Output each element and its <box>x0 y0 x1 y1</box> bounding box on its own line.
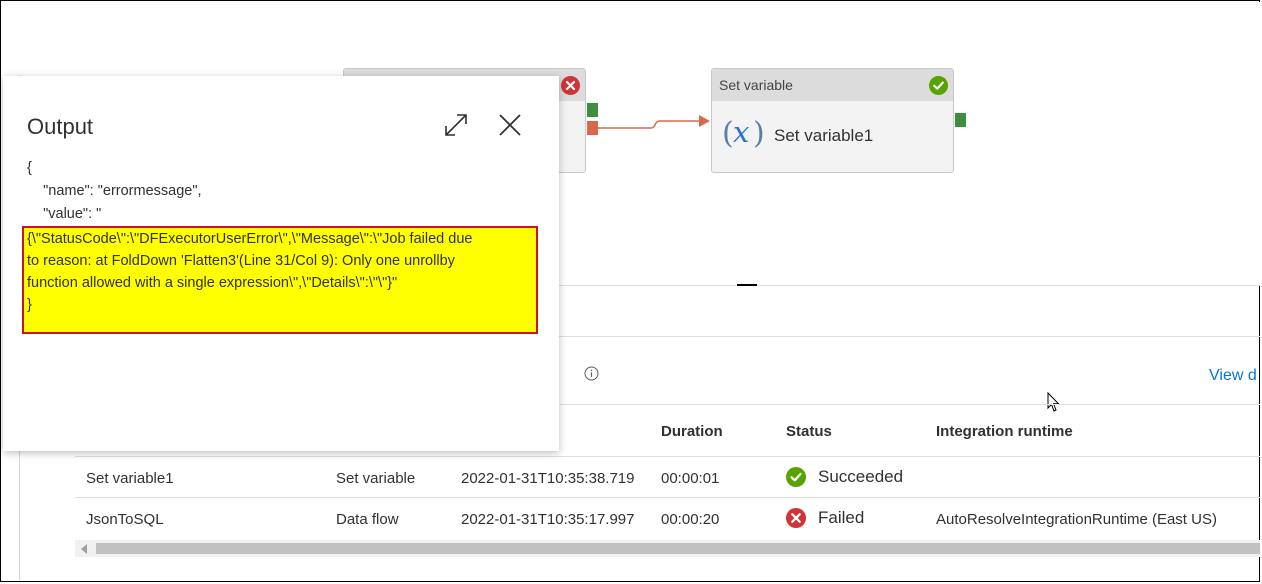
activity-name-cell[interactable]: Set variable1 <box>86 470 174 487</box>
svg-text:x: x <box>733 115 749 149</box>
status-cell: Succeeded <box>786 467 903 487</box>
succeeded-status-icon <box>786 467 806 487</box>
activity-header: Set variable <box>712 69 953 101</box>
column-header-duration[interactable]: Duration <box>661 423 723 440</box>
panel-resize-handle[interactable] <box>737 284 757 286</box>
activity-body: ( x ) Set variable1 <box>712 101 953 172</box>
error-text-line: function allowed with a single expressio… <box>27 275 398 291</box>
info-icon[interactable] <box>584 366 599 381</box>
error-text-line: } <box>27 297 32 313</box>
error-text-line: to reason: at FoldDown 'Flatten3'(Line 3… <box>27 253 455 269</box>
run-start-cell: 2022-01-31T10:35:38.719 <box>461 470 635 487</box>
activity-type-cell: Data flow <box>336 511 399 528</box>
output-panel: Output { "name": "errormessage", "value"… <box>3 76 559 451</box>
failure-connector <box>596 115 710 129</box>
scrollbar-thumb[interactable] <box>96 543 1260 554</box>
status-text: Failed <box>818 508 865 527</box>
table-top-border <box>560 404 1260 405</box>
close-icon[interactable] <box>497 112 523 138</box>
duration-cell: 00:00:01 <box>661 470 720 487</box>
activity-set-variable1[interactable]: Set variable ( x ) Set variable1 <box>711 68 954 173</box>
header-row-divider <box>75 456 1260 457</box>
json-line: "name": "errormessage", <box>27 183 202 199</box>
integration-runtime-cell: AutoResolveIntegrationRuntime (East US) <box>936 511 1217 528</box>
column-header-integration-runtime[interactable]: Integration runtime <box>936 423 1073 440</box>
succeeded-status-icon <box>929 76 948 95</box>
activity-type-cell: Set variable <box>336 470 416 487</box>
output-title: Output <box>27 114 94 139</box>
column-header-status[interactable]: Status <box>786 423 832 440</box>
duration-cell: 00:00:20 <box>661 511 720 528</box>
error-message-highlight: {\"StatusCode\":\"DFExecutorUserError\",… <box>22 226 538 334</box>
scroll-left-arrow-icon[interactable] <box>81 544 87 554</box>
variable-x-icon: ( x ) <box>722 115 765 151</box>
expand-icon[interactable] <box>443 112 469 138</box>
view-details-link[interactable]: View d <box>1209 367 1257 385</box>
svg-text:): ) <box>753 116 765 151</box>
json-line: { <box>27 160 32 176</box>
svg-text:(: ( <box>722 116 734 151</box>
activity-type-label: Set variable <box>719 77 793 93</box>
mouse-cursor-icon <box>1047 392 1060 412</box>
error-text-line: {\"StatusCode\":\"DFExecutorUserError\",… <box>27 231 473 247</box>
horizontal-scrollbar[interactable] <box>75 540 1260 557</box>
activity-name: Set variable1 <box>774 126 874 145</box>
status-cell: Failed <box>786 508 864 528</box>
failed-status-icon <box>561 76 580 95</box>
success-output-port[interactable] <box>955 113 966 127</box>
status-text: Succeeded <box>818 467 904 486</box>
run-start-cell: 2022-01-31T10:35:17.997 <box>461 511 635 528</box>
json-line: "value": " <box>27 206 102 222</box>
activity-name-cell[interactable]: JsonToSQL <box>86 511 164 528</box>
failed-status-icon <box>786 508 806 528</box>
row-divider <box>75 497 1260 498</box>
